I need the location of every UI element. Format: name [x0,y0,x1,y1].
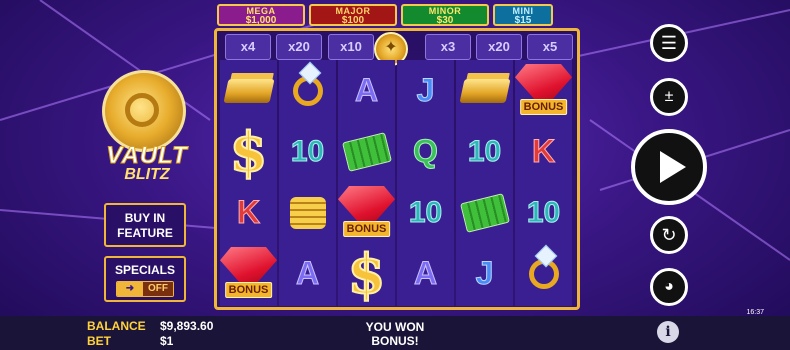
menu-button[interactable]: ☰ [650,24,688,62]
bonus-tag: BONUS [224,282,273,298]
speedometer-icon: ◕ [664,278,674,295]
jackpot-minor: MINOR $30 [401,4,489,26]
reel-cell: 10 [397,182,454,243]
gold-bars-icon [222,78,275,103]
reel-cell: A [338,60,395,121]
dollar-symbol-icon: $ [347,241,387,307]
symbol-q: Q [413,133,439,170]
bonus-tag: BONUS [519,99,568,115]
jackpot-bar: MEGA $1,000 MAJOR $100 MINOR $30 MINI $15 [217,4,553,26]
info-icon: i [665,324,671,340]
reel-cell [456,182,513,243]
reel-cell [338,121,395,182]
multiplier-1: x4 [225,34,271,60]
reel-cell: A [279,243,336,304]
reel-cell: 10 [515,182,572,243]
multiplier-4: x3 [425,34,471,60]
reel-cell: BONUS [515,52,572,121]
win-message-line-1: YOU WON [365,320,425,334]
reel-cell: J [397,60,454,121]
diamond-ring-icon [528,258,559,289]
reel-cell: BONUS [338,174,395,243]
autoplay-icon: ↻ [661,224,677,245]
reel-cell [456,60,513,121]
cash-stack-icon [341,131,392,172]
autoplay-button[interactable]: ↻ [650,216,688,254]
specials-label: SPECIALS [114,263,175,277]
symbol-k: K [531,133,556,170]
multiplier-2: x20 [276,34,322,60]
reel-cell: $ [338,241,395,307]
reel-cell: BONUS [220,235,277,304]
game-logo: VAULT BLITZ [92,142,202,183]
spin-button[interactable] [631,129,707,205]
symbol-10: 10 [526,195,561,229]
clock: 16:37 [746,309,764,316]
jackpot-major: MAJOR $100 [309,4,397,26]
symbol-j: J [416,72,435,109]
symbol-j: J [475,255,494,292]
bet-value: $1 [160,334,174,348]
symbol-a: A [295,255,320,292]
specials-toggle[interactable]: ➜ OFF [116,281,174,297]
reel-cell [279,182,336,243]
play-icon [660,151,686,183]
cash-stack-icon [459,192,510,233]
reel-cell: $ [220,119,277,185]
bet-label: BET [87,334,111,348]
multiplier-3: x10 [328,34,374,60]
menu-icon: ☰ [660,32,678,53]
specials-button[interactable]: SPECIALS ➜ OFF [104,256,186,302]
reel-cell [220,60,277,121]
reel-cell: A [397,243,454,304]
info-button[interactable]: i [657,321,679,343]
reel-cell: K [515,121,572,182]
reel-cell: Q [397,121,454,182]
jackpot-mini: MINI $15 [493,4,553,26]
gold-coins-icon [289,196,326,229]
reel-cell: K [220,182,277,243]
logo-line-1: VAULT [106,142,188,169]
stake-button[interactable]: ± [650,78,688,116]
stake-icon: ± [664,88,674,105]
reel-cell [279,60,336,121]
logo-line-2: BLITZ [124,166,170,183]
balance-label: BALANCE [87,319,146,333]
buy-feature-button[interactable]: BUY IN FEATURE [104,203,186,247]
win-message-line-2: BONUS! [371,334,419,348]
vault-logo-icon [102,70,186,152]
balance-value: $9,893.60 [160,319,214,333]
symbol-10: 10 [290,134,325,168]
reel-grid: $ K BONUS 10 A A BONUS $ J Q 10 A 10 J BONUS K 10 [220,60,574,307]
jackpot-mega: MEGA $1,000 [217,4,305,26]
reel-cell: 10 [279,121,336,182]
reel-cell: 10 [456,121,513,182]
symbol-10: 10 [467,134,502,168]
specials-toggle-state: OFF [143,282,173,296]
symbol-k: K [236,194,261,231]
dollar-symbol-icon: $ [229,119,269,185]
turbo-button[interactable]: ◕ [650,268,688,306]
symbol-a: A [413,255,438,292]
arrow-right-icon: ➜ [117,282,143,296]
bonus-tag: BONUS [342,221,391,237]
symbol-a: A [354,72,379,109]
diamond-ring-icon [292,75,323,106]
gold-bars-icon [458,78,511,103]
reel-cell [515,243,572,304]
symbol-10: 10 [408,195,443,229]
reel-cell: J [456,243,513,304]
